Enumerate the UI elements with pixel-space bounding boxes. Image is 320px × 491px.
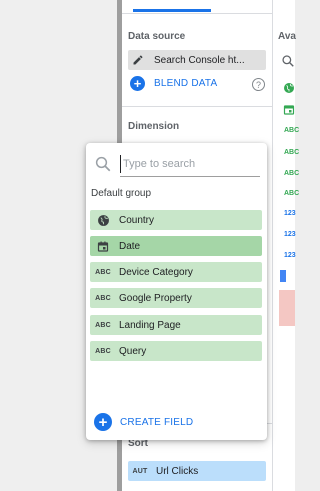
data-source-chip[interactable]: Search Console ht... xyxy=(128,50,266,70)
available-fields-label: Ava xyxy=(278,31,296,42)
sort-field-name: Url Clicks xyxy=(156,465,199,477)
data-source-name: Search Console ht... xyxy=(154,54,245,66)
pencil-icon[interactable] xyxy=(128,50,148,70)
metric-type-tag: 123 xyxy=(284,210,296,217)
text-type-icon: ABC xyxy=(95,347,111,355)
calendar-icon xyxy=(283,103,295,119)
field-item-google-property[interactable]: ABC Google Property xyxy=(90,288,262,308)
tab-bar-line xyxy=(122,13,272,14)
field-item-country[interactable]: Country xyxy=(90,210,262,230)
field-item-landing-page[interactable]: ABC Landing Page xyxy=(90,315,262,335)
field-item-label: Device Category xyxy=(119,266,193,278)
calendar-icon xyxy=(90,236,116,256)
field-item-label: Date xyxy=(119,240,141,252)
blend-data-label: BLEND DATA xyxy=(154,78,218,89)
field-group-label: Default group xyxy=(91,188,152,199)
field-search-input[interactable] xyxy=(120,155,258,173)
field-item-date[interactable]: Date xyxy=(90,236,262,256)
create-field-button[interactable]: + CREATE FIELD xyxy=(94,413,193,431)
help-icon[interactable]: ? xyxy=(252,78,265,91)
active-tab-indicator xyxy=(133,9,211,12)
field-item-label: Country xyxy=(119,214,155,226)
search-icon xyxy=(94,155,112,176)
search-underline xyxy=(120,176,260,177)
field-item-label: Landing Page xyxy=(119,319,181,331)
data-source-label: Data source xyxy=(128,31,186,42)
text-type-icon: ABC xyxy=(95,321,111,329)
plus-icon: + xyxy=(130,76,145,91)
field-item-query[interactable]: ABC Query xyxy=(90,341,262,361)
field-item-label: Google Property xyxy=(119,292,192,304)
search-icon[interactable] xyxy=(281,54,295,71)
aggregation-tag: AUT xyxy=(132,467,148,475)
blend-data-button[interactable]: + BLEND DATA xyxy=(130,76,217,91)
section-divider xyxy=(122,106,272,107)
metric-type-tag xyxy=(280,270,286,282)
invalid-field-highlight xyxy=(279,290,295,326)
available-fields-panel xyxy=(272,0,295,491)
metric-type-tag: 123 xyxy=(284,231,296,238)
create-field-label: CREATE FIELD xyxy=(120,416,194,428)
field-search xyxy=(94,153,260,177)
dimension-type-tag: ABC xyxy=(284,127,300,134)
text-type-icon: ABC xyxy=(95,294,111,302)
field-item-device-category[interactable]: ABC Device Category xyxy=(90,262,262,282)
sort-field-chip[interactable]: AUT Url Clicks xyxy=(128,461,266,481)
plus-icon: + xyxy=(94,413,112,431)
dimension-type-tag: ABC xyxy=(284,149,300,156)
text-type-icon: ABC xyxy=(95,268,111,276)
dimension-type-tag: ABC xyxy=(284,170,300,177)
globe-icon xyxy=(90,210,116,230)
metric-type-tag: 123 xyxy=(284,252,296,259)
globe-icon xyxy=(283,82,295,97)
dimension-type-tag: ABC xyxy=(284,190,300,197)
field-item-label: Query xyxy=(119,345,147,357)
dimension-label: Dimension xyxy=(128,121,180,132)
field-picker-popup: Default group Country Date ABC Device Ca… xyxy=(86,143,267,440)
